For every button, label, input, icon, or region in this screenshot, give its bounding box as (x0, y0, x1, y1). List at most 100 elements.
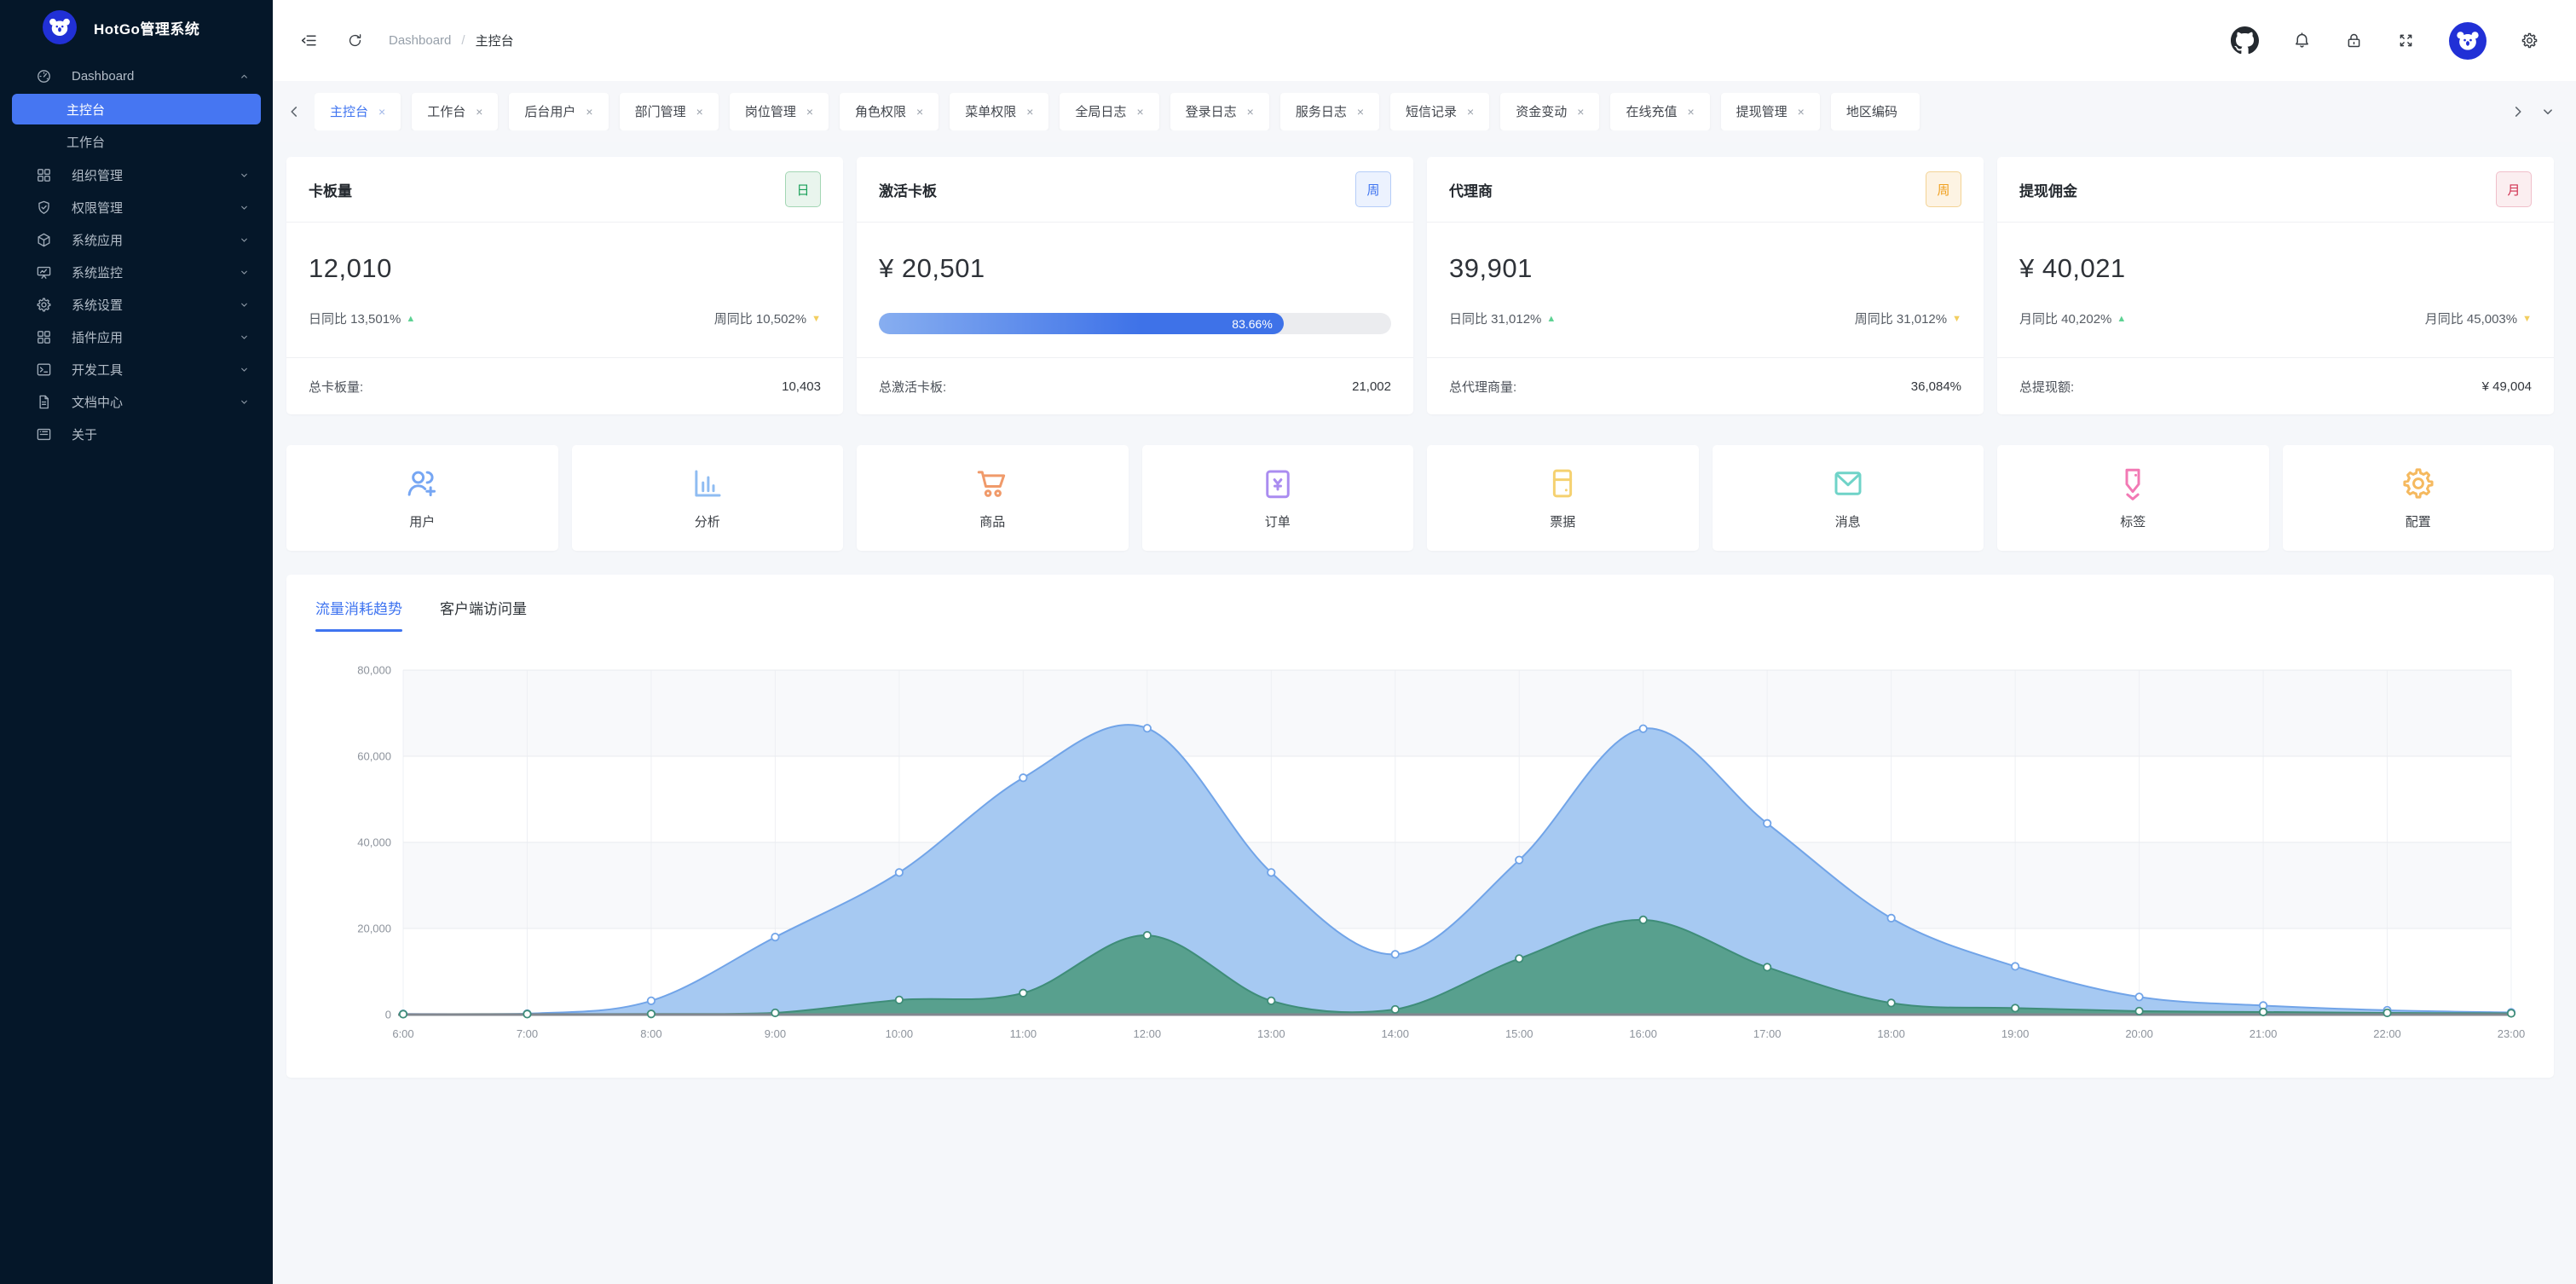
chart-tab-traffic-trend[interactable]: 流量消耗趋势 (315, 597, 402, 632)
tab-global-log[interactable]: 全局日志× (1060, 93, 1158, 130)
close-icon[interactable]: × (916, 105, 923, 119)
stat-card-agents: 代理商 周 39,901 日同比 31,012%▲ 周同比 31,012%▼ 总… (1427, 157, 1984, 414)
tab-region-code[interactable]: 地区编码 (1831, 93, 1920, 130)
about-icon (36, 426, 52, 442)
gear-icon[interactable] (2521, 32, 2538, 49)
tab-console[interactable]: 主控台× (315, 93, 401, 130)
sidebar-item-system-settings[interactable]: 系统设置 (0, 288, 273, 321)
collapse-sidebar-icon[interactable] (300, 32, 318, 49)
sidebar-item-system-app[interactable]: 系统应用 (0, 223, 273, 256)
stat-footer-value: 21,002 (1352, 379, 1391, 394)
sidebar-item-label: 关于 (72, 425, 251, 443)
github-icon[interactable] (2231, 26, 2259, 55)
lock-icon[interactable] (2345, 32, 2363, 49)
close-icon[interactable]: × (806, 105, 813, 119)
tab-menu-permission[interactable]: 菜单权限× (950, 93, 1048, 130)
dashboard-icon (36, 68, 52, 84)
app-title: HotGo管理系统 (94, 17, 199, 38)
sidebar-item-label: 系统设置 (72, 296, 238, 314)
close-icon[interactable]: × (1467, 105, 1474, 119)
chevron-down-icon (238, 169, 251, 182)
period-badge-day[interactable]: 日 (785, 171, 821, 207)
shortcut-orders[interactable]: 订单 (1142, 445, 1414, 551)
mail-icon (1830, 466, 1866, 501)
tab-workbench[interactable]: 工作台× (412, 93, 498, 130)
chart-tab-client-visits[interactable]: 客户端访问量 (440, 597, 527, 632)
svg-text:13:00: 13:00 (1257, 1027, 1285, 1040)
tab-sms-records[interactable]: 短信记录× (1390, 93, 1489, 130)
stat-title: 提现佣金 (2019, 179, 2077, 200)
shortcut-messages[interactable]: 消息 (1713, 445, 1984, 551)
trend-up-icon: ▲ (406, 314, 415, 324)
close-icon[interactable]: × (1136, 105, 1143, 119)
svg-text:20:00: 20:00 (2125, 1027, 2153, 1040)
refresh-icon[interactable] (347, 32, 363, 49)
chevron-down-icon (238, 266, 251, 279)
sidebar-item-dashboard[interactable]: Dashboard (0, 60, 273, 92)
tab-online-recharge[interactable]: 在线充值× (1610, 93, 1709, 130)
close-icon[interactable]: × (1687, 105, 1694, 119)
close-icon[interactable]: × (1247, 105, 1254, 119)
tab-fund-changes[interactable]: 资金变动× (1500, 93, 1599, 130)
tabs-scroll-right-icon[interactable] (2509, 102, 2527, 121)
shortcut-label: 分析 (695, 512, 720, 530)
tabs-menu-chevron-down-icon[interactable] (2538, 102, 2557, 121)
period-badge-month[interactable]: 月 (2496, 171, 2532, 207)
close-icon[interactable]: × (1026, 105, 1033, 119)
period-badge-week[interactable]: 周 (1355, 171, 1391, 207)
sidebar-item-docs[interactable]: 文档中心 (0, 385, 273, 418)
compare-right: 周同比 31,012% (1855, 309, 1947, 327)
close-icon[interactable]: × (586, 105, 592, 119)
compare-left: 月同比 40,202% (2019, 309, 2111, 327)
chart-tabs: 流量消耗趋势 客户端访问量 (286, 575, 2554, 632)
sidebar-item-dev-tools[interactable]: 开发工具 (0, 353, 273, 385)
avatar[interactable] (2449, 22, 2486, 60)
sidebar-item-system-monitor[interactable]: 系统监控 (0, 256, 273, 288)
sidebar-item-organization[interactable]: 组织管理 (0, 159, 273, 191)
tab-roles[interactable]: 角色权限× (840, 93, 939, 130)
shortcut-analysis[interactable]: 分析 (572, 445, 844, 551)
progress-label: 83.66% (1232, 317, 1272, 331)
close-icon[interactable]: × (476, 105, 482, 119)
tab-service-log[interactable]: 服务日志× (1280, 93, 1379, 130)
shortcut-tags[interactable]: 标签 (1997, 445, 2269, 551)
stat-footer-label: 总激活卡板: (879, 378, 946, 396)
close-icon[interactable]: × (1798, 105, 1805, 119)
sidebar-item-label: 组织管理 (72, 166, 238, 184)
period-badge-week[interactable]: 周 (1926, 171, 1961, 207)
shortcut-config[interactable]: 配置 (2283, 445, 2555, 551)
breadcrumb-root[interactable]: Dashboard (389, 33, 451, 48)
sidebar-item-plugins[interactable]: 插件应用 (0, 321, 273, 353)
close-icon[interactable]: × (378, 105, 385, 119)
svg-text:12:00: 12:00 (1134, 1027, 1162, 1040)
progress-fill: 83.66% (879, 313, 1284, 334)
cart-icon (974, 466, 1010, 501)
close-icon[interactable]: × (1357, 105, 1364, 119)
tab-departments[interactable]: 部门管理× (620, 93, 719, 130)
svg-text:22:00: 22:00 (2373, 1027, 2401, 1040)
fullscreen-icon[interactable] (2397, 32, 2415, 49)
tab-login-log[interactable]: 登录日志× (1170, 93, 1269, 130)
sidebar-item-label: 权限管理 (72, 199, 238, 217)
close-icon[interactable]: × (1577, 105, 1584, 119)
config-gear-icon (2400, 466, 2436, 501)
bell-icon[interactable] (2293, 32, 2311, 49)
tab-positions[interactable]: 岗位管理× (730, 93, 829, 130)
trend-down-icon: ▼ (2522, 314, 2532, 324)
document-icon (36, 394, 52, 410)
trend-down-icon: ▼ (811, 314, 821, 324)
close-icon[interactable]: × (696, 105, 703, 119)
app-logo[interactable]: HotGo管理系统 (0, 0, 273, 55)
tab-admin-users[interactable]: 后台用户× (509, 93, 608, 130)
sidebar-subitem-workbench[interactable]: 工作台 (12, 126, 261, 157)
shortcut-products[interactable]: 商品 (857, 445, 1129, 551)
sidebar-item-permission[interactable]: 权限管理 (0, 191, 273, 223)
tabs-scroll-left-icon[interactable] (285, 102, 303, 121)
sidebar-item-about[interactable]: 关于 (0, 418, 273, 450)
svg-text:18:00: 18:00 (1877, 1027, 1905, 1040)
tab-withdrawal[interactable]: 提现管理× (1721, 93, 1820, 130)
sidebar-subitem-label: 工作台 (66, 133, 105, 151)
shortcut-tickets[interactable]: 票据 (1427, 445, 1699, 551)
shortcut-users[interactable]: 用户 (286, 445, 558, 551)
sidebar-subitem-console[interactable]: 主控台 (12, 94, 261, 124)
